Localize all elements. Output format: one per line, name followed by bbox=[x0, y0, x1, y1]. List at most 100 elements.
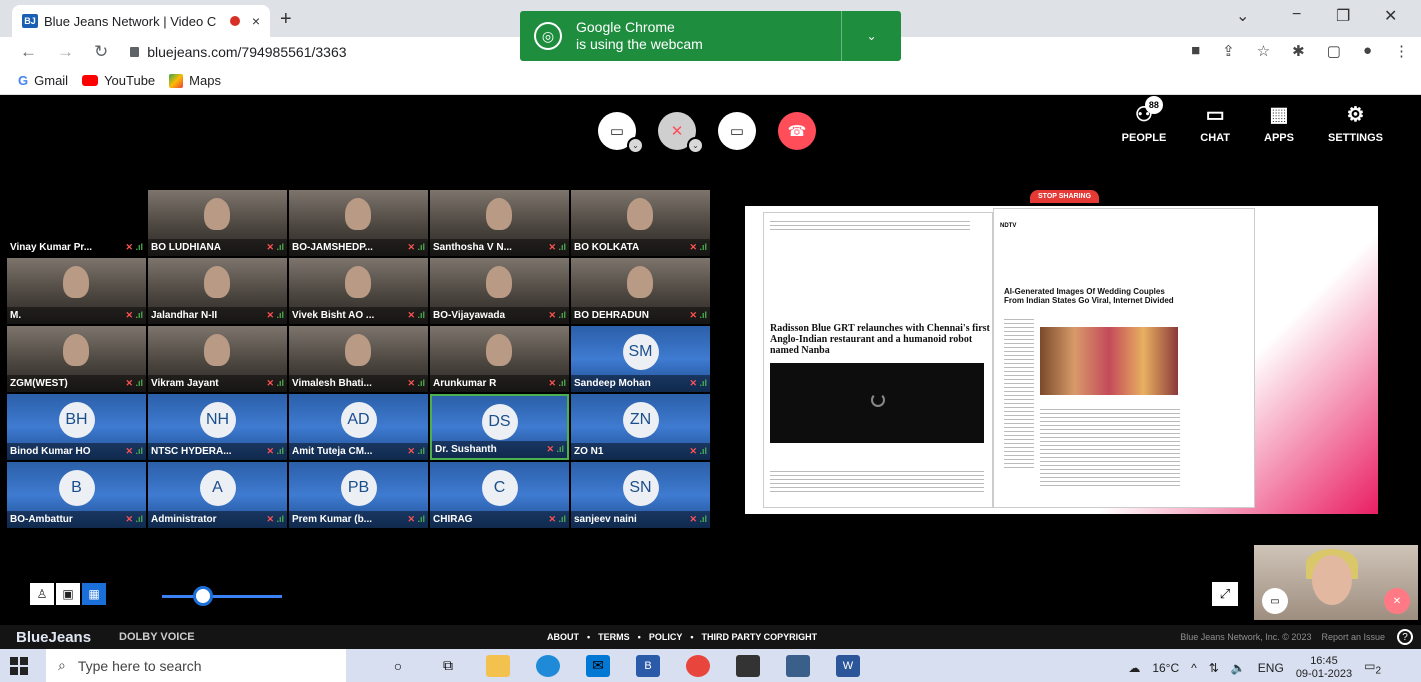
browser-tab[interactable]: BJ Blue Jeans Network | Video C × bbox=[12, 5, 270, 37]
tile-size-slider[interactable] bbox=[162, 595, 282, 598]
close-window-button[interactable]: ✕ bbox=[1384, 6, 1397, 26]
profile-icon[interactable]: ● bbox=[1363, 42, 1372, 60]
chrome-icon[interactable] bbox=[686, 654, 710, 677]
new-tab-button[interactable]: + bbox=[280, 8, 292, 31]
edge-icon[interactable] bbox=[536, 654, 560, 677]
slider-handle[interactable] bbox=[193, 586, 213, 606]
forward-button[interactable]: → bbox=[57, 42, 74, 62]
reload-button[interactable]: ↻ bbox=[94, 42, 108, 62]
participant-tile[interactable]: Vinay Kumar Pr... ✕ .ıl bbox=[7, 190, 146, 256]
participant-tile[interactable]: Jalandhar N-II ✕ .ıl bbox=[148, 258, 287, 324]
tab-search-button[interactable]: ⌄ bbox=[1236, 6, 1249, 26]
volume-icon[interactable]: 🔈 bbox=[1231, 661, 1246, 675]
chat-button[interactable]: ▭ CHAT bbox=[1200, 102, 1230, 144]
bookmarks-bar: G Gmail YouTube Maps bbox=[0, 67, 1421, 95]
article-video[interactable] bbox=[770, 363, 984, 443]
window-icon[interactable] bbox=[786, 654, 810, 677]
participant-tile[interactable]: BH Binod Kumar HO ✕ .ıl bbox=[7, 394, 146, 460]
people-button[interactable]: ⚇ 88 PEOPLE bbox=[1122, 96, 1166, 144]
settings-button[interactable]: ⚙ SETTINGS bbox=[1328, 102, 1383, 144]
participant-tile[interactable]: PB Prem Kumar (b... ✕ .ıl bbox=[289, 462, 428, 528]
back-button[interactable]: ← bbox=[20, 42, 37, 62]
participant-tile[interactable]: A Administrator ✕ .ıl bbox=[148, 462, 287, 528]
participant-tile[interactable]: B BO-Ambattur ✕ .ıl bbox=[7, 462, 146, 528]
camera-in-use-icon[interactable]: ■ bbox=[1191, 42, 1200, 60]
layout-speaker-view-button[interactable]: ▣ bbox=[56, 583, 80, 605]
participant-tile[interactable]: NH NTSC HYDERA... ✕ .ıl bbox=[148, 394, 287, 460]
screen-share-button[interactable]: ▭ bbox=[718, 112, 756, 150]
participant-tile[interactable]: ZN ZO N1 ✕ .ıl bbox=[571, 394, 710, 460]
fullscreen-button[interactable]: ⤢ bbox=[1212, 582, 1238, 606]
about-link[interactable]: ABOUT bbox=[547, 632, 579, 642]
task-view-icon[interactable]: ⧉ bbox=[436, 655, 460, 677]
participant-tile[interactable]: DS Dr. Sushanth ✕ .ıl bbox=[430, 394, 569, 460]
participant-tile[interactable]: Santhosha V N... ✕ .ıl bbox=[430, 190, 569, 256]
temperature[interactable]: 16°C bbox=[1152, 661, 1179, 675]
chevron-down-icon[interactable]: ⌄ bbox=[687, 137, 704, 154]
tab-close-button[interactable]: × bbox=[252, 13, 260, 29]
participant-tile[interactable]: BO KOLKATA ✕ .ıl bbox=[571, 190, 710, 256]
menu-icon[interactable]: ⋮ bbox=[1394, 42, 1409, 60]
copyright-link[interactable]: THIRD PARTY COPYRIGHT bbox=[701, 632, 817, 642]
chat-icon: ▭ bbox=[1205, 104, 1225, 126]
help-icon[interactable]: ? bbox=[1397, 629, 1413, 645]
layout-people-view-button[interactable]: ♙ bbox=[30, 583, 54, 605]
weather-icon[interactable]: ☁ bbox=[1128, 661, 1140, 675]
participant-tile[interactable]: M. ✕ .ıl bbox=[7, 258, 146, 324]
mic-toggle-button[interactable]: ✕ ⌄ bbox=[658, 112, 704, 154]
file-explorer-icon[interactable] bbox=[486, 654, 510, 677]
bookmark-gmail[interactable]: G Gmail bbox=[18, 73, 68, 88]
layout-gallery-view-button[interactable]: ▦ bbox=[82, 583, 106, 605]
bookmark-maps[interactable]: Maps bbox=[169, 73, 221, 88]
maximize-button[interactable]: ❐ bbox=[1336, 6, 1350, 26]
clock[interactable]: 16:45 09-01-2023 bbox=[1296, 655, 1352, 681]
self-mic-button[interactable]: ✕ bbox=[1384, 588, 1410, 614]
participant-tile[interactable]: BO DEHRADUN ✕ .ıl bbox=[571, 258, 710, 324]
share-icon[interactable]: ⇪ bbox=[1222, 42, 1235, 60]
policy-link[interactable]: POLICY bbox=[649, 632, 683, 642]
report-issue-link[interactable]: Report an Issue bbox=[1321, 632, 1385, 642]
video-toggle-button[interactable]: ▭ ⌄ bbox=[598, 112, 644, 154]
participant-tile[interactable]: SN sanjeev naini ✕ .ıl bbox=[571, 462, 710, 528]
participant-tile[interactable]: Vikram Jayant ✕ .ıl bbox=[148, 326, 287, 392]
notification-expand-button[interactable]: ⌄ bbox=[841, 11, 901, 61]
minimize-button[interactable]: − bbox=[1292, 6, 1301, 24]
participant-tile[interactable]: Arunkumar R ✕ .ıl bbox=[430, 326, 569, 392]
apps-button[interactable]: ▦ APPS bbox=[1264, 102, 1294, 144]
participant-tile[interactable]: Vimalesh Bhati... ✕ .ıl bbox=[289, 326, 428, 392]
participant-tile[interactable]: BO-JAMSHEDP... ✕ .ıl bbox=[289, 190, 428, 256]
participant-tile[interactable]: SM Sandeep Mohan ✕ .ıl bbox=[571, 326, 710, 392]
cortana-icon[interactable]: ○ bbox=[386, 655, 410, 677]
word-icon[interactable]: W bbox=[836, 654, 860, 677]
avatar: DS bbox=[481, 404, 518, 440]
start-button[interactable] bbox=[10, 656, 28, 675]
bookmark-youtube[interactable]: YouTube bbox=[82, 73, 155, 88]
participant-tile[interactable]: C CHIRAG ✕ .ıl bbox=[430, 462, 569, 528]
url-field[interactable]: bluejeans.com/794985561/3363 bbox=[147, 44, 346, 60]
participant-tile[interactable]: Vivek Bisht AO ... ✕ .ıl bbox=[289, 258, 428, 324]
side-panel-icon[interactable]: ▢ bbox=[1327, 42, 1341, 60]
lang-indicator[interactable]: ENG bbox=[1258, 661, 1284, 675]
bluejeans-app-icon[interactable]: B bbox=[636, 654, 660, 677]
right-headline: AI-Generated Images Of Wedding Couples F… bbox=[1004, 287, 1174, 305]
mic-muted-icon: ✕ .ıl bbox=[125, 378, 143, 388]
tray-chevron-icon[interactable]: ^ bbox=[1191, 661, 1197, 675]
terminal-icon[interactable] bbox=[736, 654, 760, 677]
mail-icon[interactable]: ✉ bbox=[586, 654, 610, 677]
bookmark-star-icon[interactable]: ☆ bbox=[1257, 42, 1270, 60]
participant-tile[interactable]: ZGM(WEST) ✕ .ıl bbox=[7, 326, 146, 392]
network-icon[interactable]: ⇅ bbox=[1209, 661, 1219, 675]
taskbar-search[interactable]: ⌕ Type here to search bbox=[46, 649, 346, 682]
mic-muted-icon: ✕ bbox=[670, 123, 684, 140]
terms-link[interactable]: TERMS bbox=[598, 632, 630, 642]
participant-tile[interactable]: BO LUDHIANA ✕ .ıl bbox=[148, 190, 287, 256]
participant-tile[interactable]: BO-Vijayawada ✕ .ıl bbox=[430, 258, 569, 324]
mic-muted-icon: ✕ .ıl bbox=[266, 446, 284, 456]
extensions-icon[interactable]: ✱ bbox=[1292, 42, 1305, 60]
self-camera-button[interactable]: ▭ bbox=[1262, 588, 1288, 614]
stop-sharing-button[interactable]: STOP SHARING bbox=[1030, 190, 1100, 203]
chevron-down-icon[interactable]: ⌄ bbox=[627, 137, 644, 154]
participant-tile[interactable]: AD Amit Tuteja CM... ✕ .ıl bbox=[289, 394, 428, 460]
notifications-icon[interactable]: ▭2 bbox=[1364, 659, 1381, 676]
hang-up-button[interactable]: ☎ bbox=[778, 112, 816, 150]
